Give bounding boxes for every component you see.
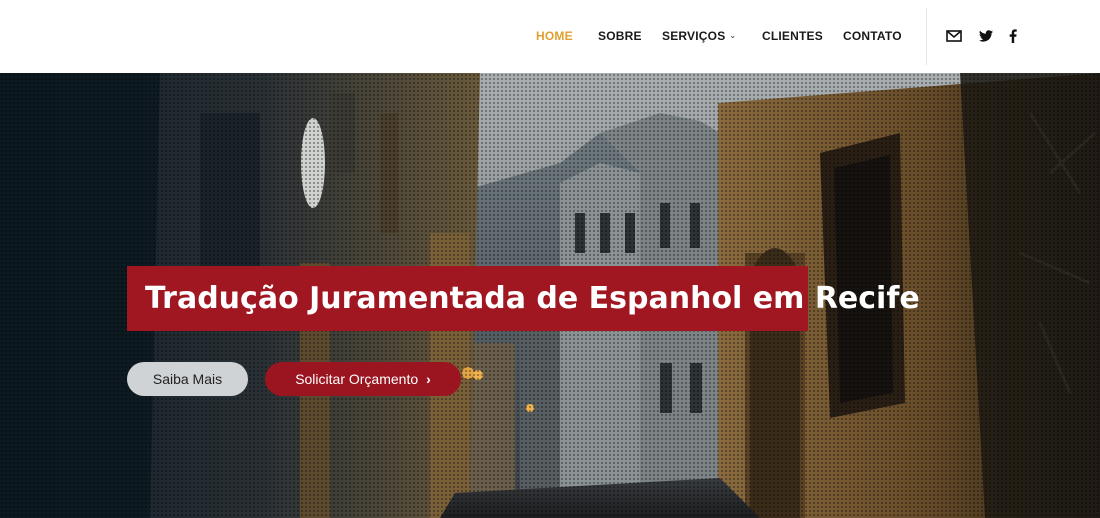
nav-item-servicos-label: SERVIÇOS <box>662 29 726 43</box>
solicitar-orcamento-button[interactable]: Solicitar Orçamento › <box>265 362 461 396</box>
main-nav: HOME SOBRE SERVIÇOS ⌄ CLIENTES CONTATO <box>0 0 1100 73</box>
solicitar-orcamento-label: Solicitar Orçamento <box>295 371 419 387</box>
nav-item-servicos[interactable]: SERVIÇOS ⌄ <box>662 29 736 43</box>
hero-headline: Tradução Juramentada de Espanhol em Reci… <box>127 266 920 331</box>
mail-icon[interactable] <box>944 27 964 45</box>
site-header: HOME SOBRE SERVIÇOS ⌄ CLIENTES CONTATO <box>0 0 1100 73</box>
nav-item-home[interactable]: HOME <box>536 29 573 43</box>
nav-item-clientes[interactable]: CLIENTES <box>762 29 823 43</box>
twitter-icon[interactable] <box>978 27 994 45</box>
nav-item-contato[interactable]: CONTATO <box>843 29 902 43</box>
page: HOME SOBRE SERVIÇOS ⌄ CLIENTES CONTATO T… <box>0 0 1100 518</box>
nav-divider <box>926 8 927 65</box>
chevron-down-icon: ⌄ <box>729 31 737 40</box>
saiba-mais-button[interactable]: Saiba Mais <box>127 362 248 396</box>
nav-item-sobre[interactable]: SOBRE <box>598 29 642 43</box>
chevron-right-icon: › <box>426 371 431 387</box>
hero-banner: Tradução Juramentada de Espanhol em Reci… <box>0 73 1100 518</box>
facebook-icon[interactable] <box>1006 27 1020 45</box>
